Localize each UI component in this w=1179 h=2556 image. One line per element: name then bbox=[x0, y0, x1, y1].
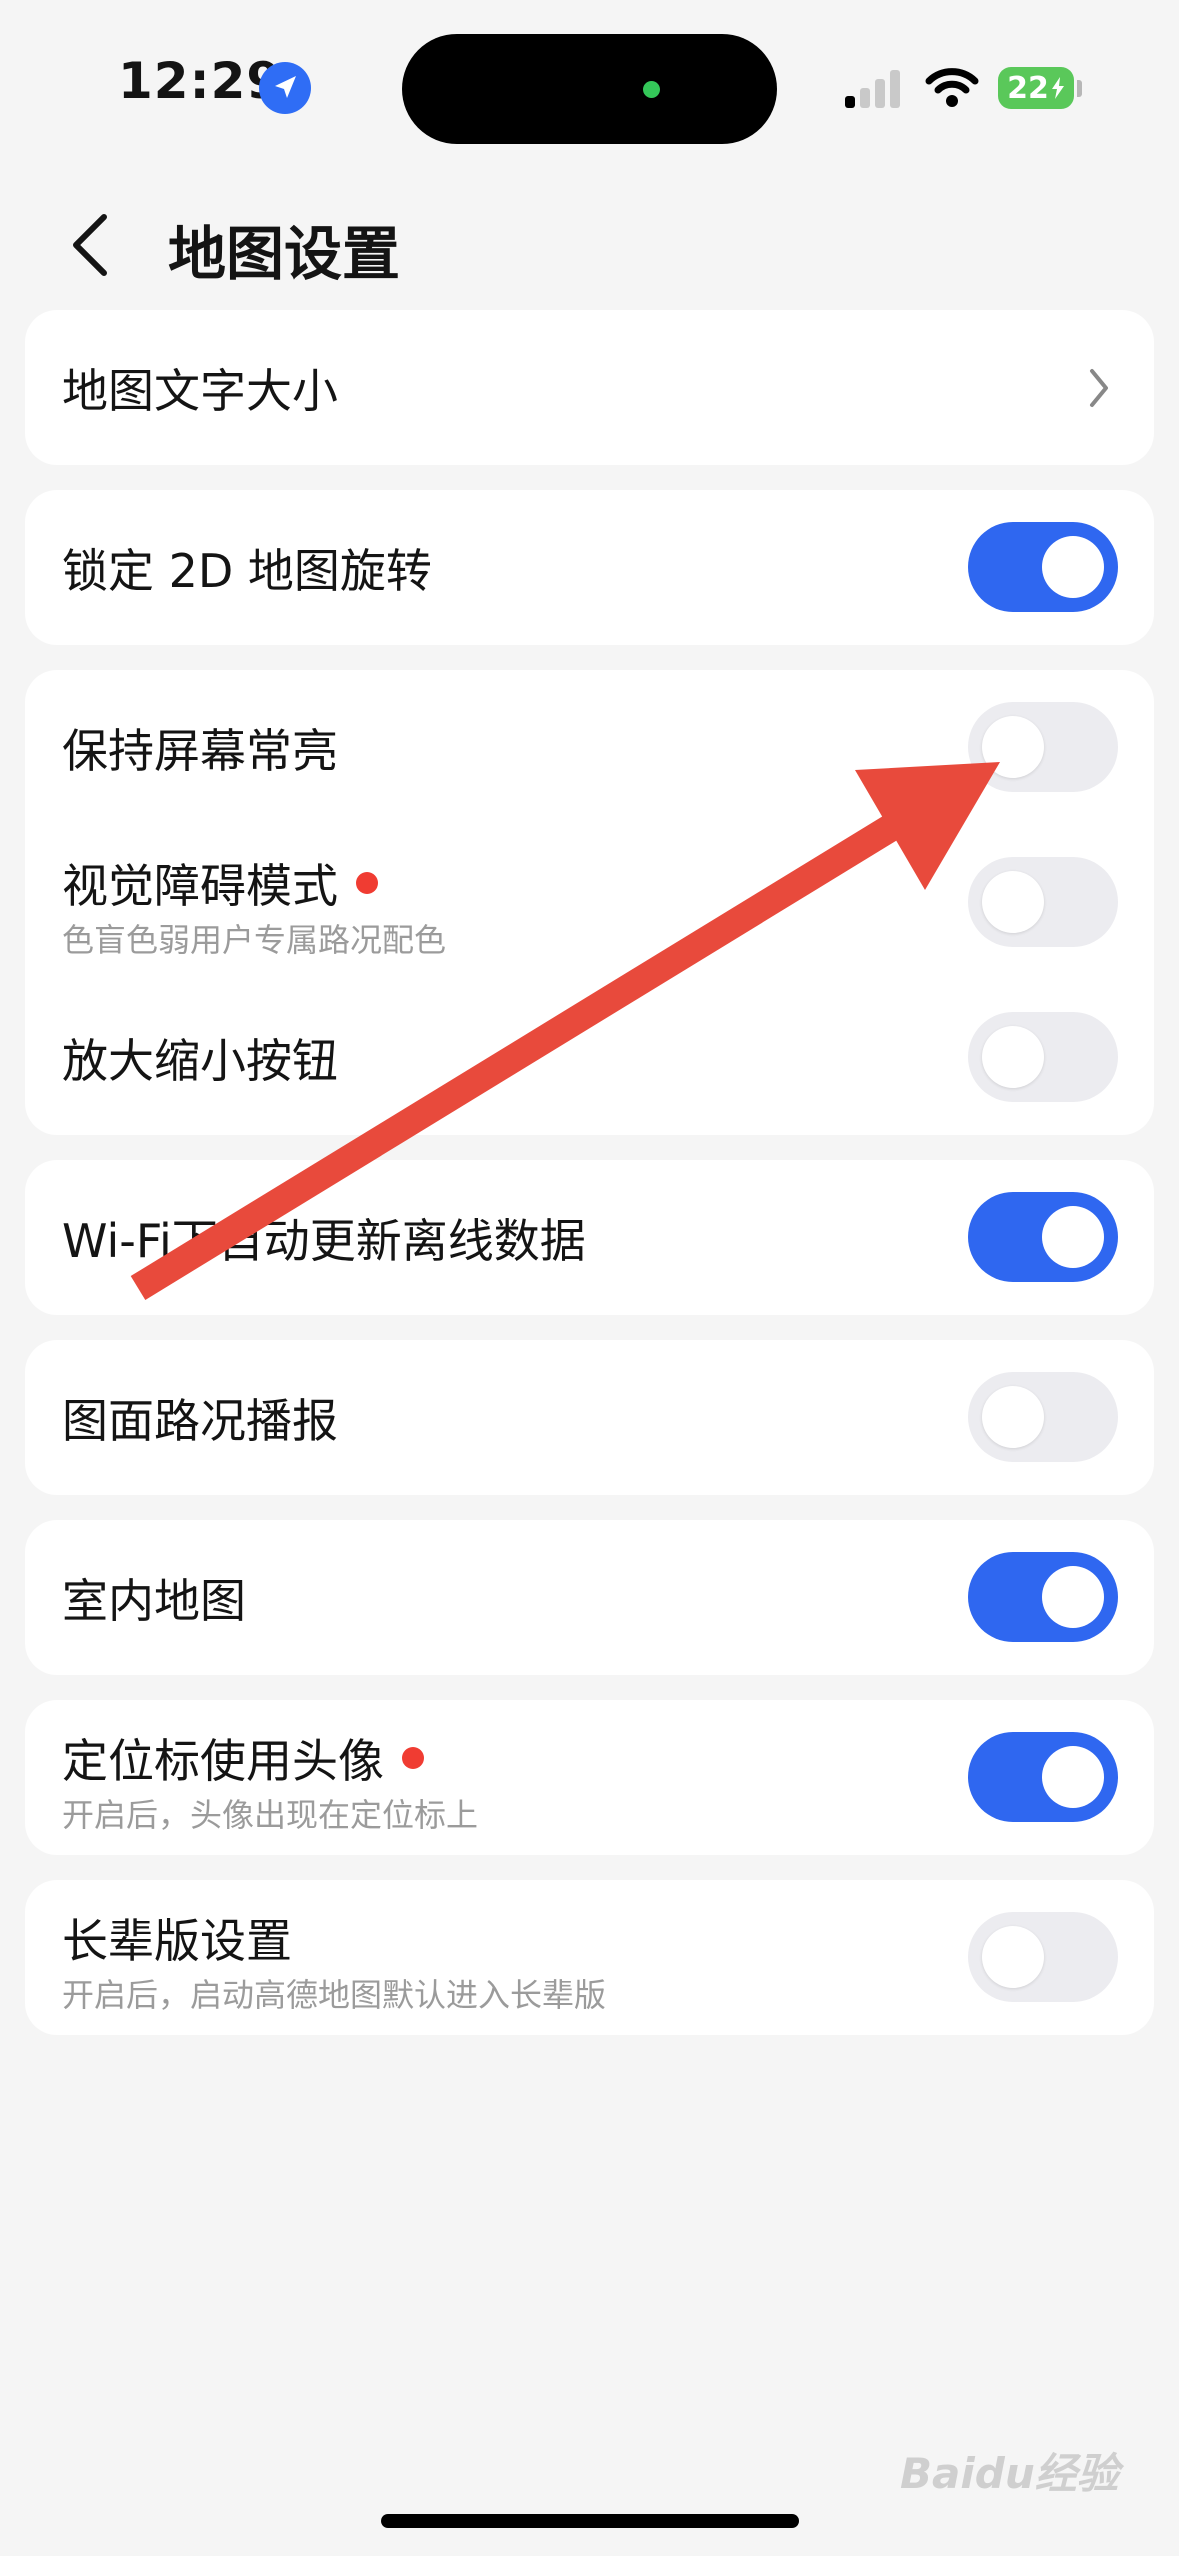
toggle-knob bbox=[1042, 1206, 1104, 1268]
setting-label: 保持屏幕常亮 bbox=[62, 724, 338, 778]
new-badge-dot bbox=[356, 872, 378, 894]
back-button[interactable] bbox=[60, 205, 120, 285]
indoor-map-toggle[interactable] bbox=[968, 1552, 1118, 1642]
battery-level: 22 bbox=[1007, 70, 1049, 106]
setting-subtitle: 开启后，头像出现在定位标上 bbox=[62, 1796, 479, 1834]
avatar-marker-toggle[interactable] bbox=[968, 1732, 1118, 1822]
toggle-knob bbox=[1042, 1566, 1104, 1628]
setting-row-font-size[interactable]: 地图文字大小 bbox=[25, 310, 1154, 465]
setting-label: 视觉障碍模式 bbox=[62, 859, 338, 913]
setting-subtitle: 色盲色弱用户专属路况配色 bbox=[62, 921, 447, 959]
elder-mode-toggle[interactable] bbox=[968, 1912, 1118, 2002]
setting-row-lock-2d: 锁定 2D 地图旋转 bbox=[25, 490, 1154, 645]
wifi-icon bbox=[925, 68, 979, 107]
setting-label: 定位标使用头像 bbox=[62, 1734, 384, 1788]
wifi-offline-toggle[interactable] bbox=[968, 1192, 1118, 1282]
settings-card-traffic: 图面路况播报 bbox=[25, 1340, 1154, 1495]
setting-label-with-badge: 定位标使用头像 bbox=[62, 1725, 424, 1791]
setting-row-keep-screen-on: 保持屏幕常亮 bbox=[25, 670, 1154, 825]
new-badge-dot bbox=[402, 1747, 424, 1769]
setting-label: 室内地图 bbox=[62, 1574, 246, 1628]
settings-card-wifi-offline: Wi-Fi下自动更新离线数据 bbox=[25, 1160, 1154, 1315]
toggle-knob bbox=[982, 1026, 1044, 1088]
setting-label: Wi-Fi下自动更新离线数据 bbox=[62, 1214, 586, 1268]
settings-card-avatar: 定位标使用头像 开启后，头像出现在定位标上 bbox=[25, 1700, 1154, 1855]
setting-label: 锁定 2D 地图旋转 bbox=[62, 544, 432, 598]
setting-row-zoom-buttons: 放大缩小按钮 bbox=[25, 980, 1154, 1135]
setting-label: 长辈版设置 bbox=[62, 1914, 292, 1968]
setting-row-elder-mode: 长辈版设置 开启后，启动高德地图默认进入长辈版 bbox=[25, 1880, 1154, 2035]
setting-label-with-badge: 视觉障碍模式 bbox=[62, 850, 378, 916]
visual-impairment-toggle[interactable] bbox=[968, 857, 1118, 947]
cellular-signal-icon bbox=[845, 70, 900, 108]
setting-label: 图面路况播报 bbox=[62, 1394, 338, 1448]
setting-row-traffic-broadcast: 图面路况播报 bbox=[25, 1340, 1154, 1495]
battery-charging-icon: 22 bbox=[998, 67, 1074, 109]
home-indicator[interactable] bbox=[381, 2514, 799, 2528]
setting-row-wifi-offline: Wi-Fi下自动更新离线数据 bbox=[25, 1160, 1154, 1315]
page-title: 地图设置 bbox=[168, 220, 401, 288]
status-time: 12:29 bbox=[118, 52, 283, 110]
traffic-broadcast-toggle[interactable] bbox=[968, 1372, 1118, 1462]
zoom-buttons-toggle[interactable] bbox=[968, 1012, 1118, 1102]
settings-card-elder: 长辈版设置 开启后，启动高德地图默认进入长辈版 bbox=[25, 1880, 1154, 2035]
camera-indicator-dot bbox=[643, 81, 660, 98]
settings-card-indoor: 室内地图 bbox=[25, 1520, 1154, 1675]
toggle-knob bbox=[1042, 536, 1104, 598]
lock-2d-toggle[interactable] bbox=[968, 522, 1118, 612]
toggle-knob bbox=[982, 871, 1044, 933]
settings-card-lock-2d: 锁定 2D 地图旋转 bbox=[25, 490, 1154, 645]
toggle-knob bbox=[1042, 1746, 1104, 1808]
setting-row-avatar-marker: 定位标使用头像 开启后，头像出现在定位标上 bbox=[25, 1700, 1154, 1855]
settings-card-display: 保持屏幕常亮 视觉障碍模式 色盲色弱用户专属路况配色 放大缩小按钮 bbox=[25, 670, 1154, 1135]
keep-screen-on-toggle[interactable] bbox=[968, 702, 1118, 792]
setting-row-indoor-map: 室内地图 bbox=[25, 1520, 1154, 1675]
chevron-left-icon bbox=[73, 214, 107, 276]
screen: 12:29 22 地图设置 地图文字大小 锁定 2D 地图旋转 保持屏幕常亮 视… bbox=[0, 0, 1179, 2556]
setting-row-visual-impairment: 视觉障碍模式 色盲色弱用户专属路况配色 bbox=[25, 825, 1154, 980]
setting-label: 地图文字大小 bbox=[62, 364, 338, 418]
dynamic-island bbox=[402, 34, 777, 144]
setting-subtitle: 开启后，启动高德地图默认进入长辈版 bbox=[62, 1976, 607, 2014]
toggle-knob bbox=[982, 1926, 1044, 1988]
setting-label: 放大缩小按钮 bbox=[62, 1034, 338, 1088]
settings-card-font-size: 地图文字大小 bbox=[25, 310, 1154, 465]
chevron-right-icon bbox=[1090, 369, 1108, 407]
toggle-knob bbox=[982, 1386, 1044, 1448]
toggle-knob bbox=[982, 716, 1044, 778]
location-arrow-icon bbox=[259, 62, 311, 114]
watermark: Baidu经验 bbox=[900, 2449, 1119, 2498]
battery-cap bbox=[1077, 80, 1082, 97]
